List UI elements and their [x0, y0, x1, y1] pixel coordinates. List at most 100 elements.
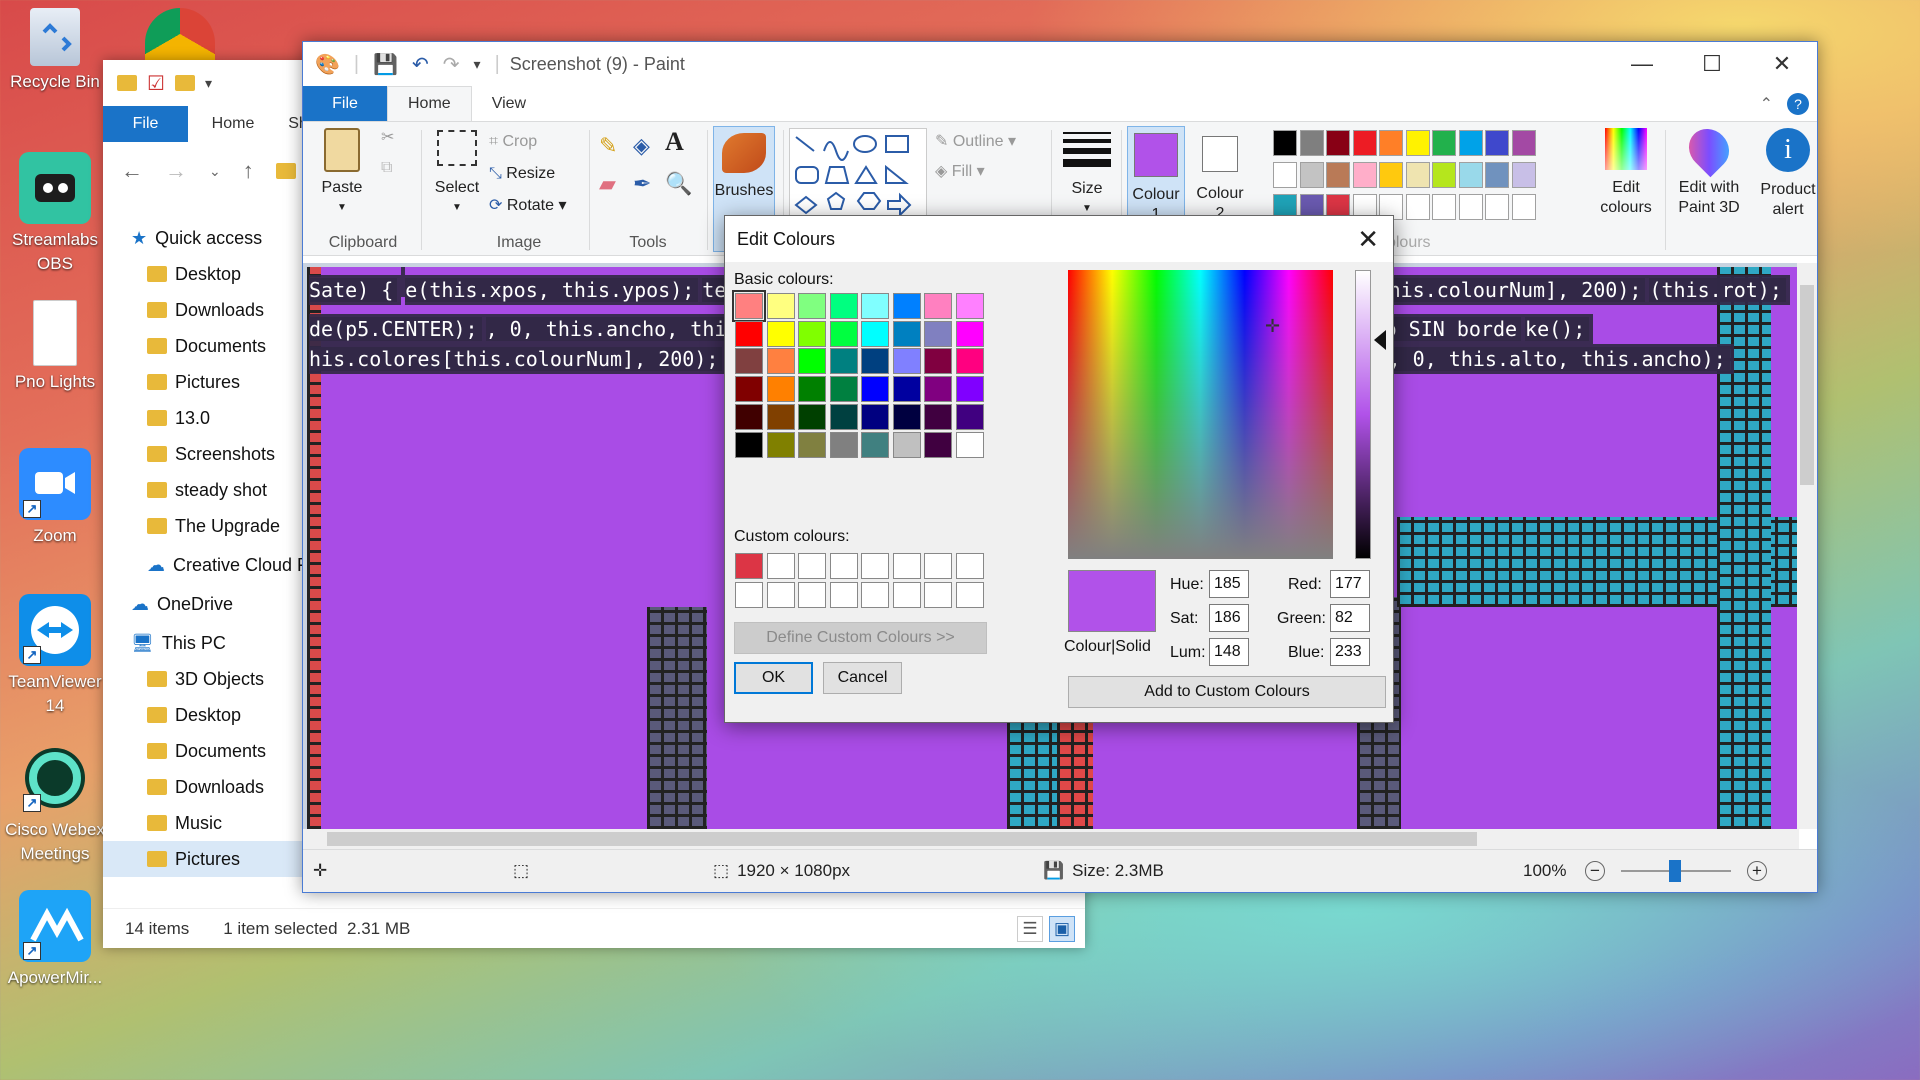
vertical-scrollbar[interactable]: [1797, 263, 1817, 829]
sidebar-item[interactable]: Screenshots: [103, 436, 303, 472]
basic-colour-cell[interactable]: [798, 320, 826, 347]
sidebar-item[interactable]: Desktop: [103, 256, 303, 292]
basic-colour-cell[interactable]: [798, 293, 826, 319]
basic-colour-cell[interactable]: [861, 403, 889, 430]
custom-colour-cell[interactable]: [861, 553, 889, 579]
custom-colour-cell[interactable]: [829, 553, 858, 579]
dialog-close-button[interactable]: ✕: [1357, 224, 1379, 255]
custom-colour-cell[interactable]: [861, 582, 889, 608]
eraser-tool-icon[interactable]: ▰: [599, 173, 616, 195]
basic-colour-cell[interactable]: [735, 431, 763, 458]
zoom-slider[interactable]: [1621, 860, 1731, 882]
chevron-down-icon[interactable]: ▾: [205, 75, 212, 92]
sidebar-item[interactable]: Pictures: [103, 841, 303, 877]
palette-swatch[interactable]: [1432, 162, 1456, 188]
palette-custom-swatch[interactable]: [1485, 194, 1509, 220]
custom-colour-cell[interactable]: [892, 553, 921, 579]
basic-colour-cell[interactable]: [798, 403, 826, 430]
paint-tab-home[interactable]: Home: [387, 86, 472, 121]
basic-colour-cell[interactable]: [924, 376, 952, 403]
palette-swatch[interactable]: [1326, 130, 1350, 156]
minimize-button[interactable]: —: [1607, 42, 1677, 86]
basic-colour-cell[interactable]: [924, 348, 952, 375]
redo-icon[interactable]: ↷: [443, 52, 460, 77]
basic-colour-cell[interactable]: [892, 348, 921, 375]
paste-button[interactable]: Paste ▼: [317, 128, 367, 218]
palette-swatch[interactable]: [1273, 162, 1297, 188]
desktop-icon-streamlabs[interactable]: Streamlabs OBS: [5, 152, 105, 276]
undo-icon[interactable]: ↶: [412, 52, 429, 77]
colour-2-button[interactable]: Colour 2: [1191, 126, 1249, 224]
sidebar-item[interactable]: ★ Quick access: [103, 220, 303, 256]
palette-swatch[interactable]: [1379, 130, 1403, 156]
palette-swatch[interactable]: [1485, 130, 1509, 156]
basic-colour-cell[interactable]: [892, 431, 921, 458]
palette-swatch[interactable]: [1511, 130, 1536, 156]
pencil-tool-icon[interactable]: ✎: [599, 135, 617, 157]
horizontal-scrollbar[interactable]: [303, 829, 1799, 849]
basic-colour-cell[interactable]: [955, 431, 984, 458]
basic-colour-cell[interactable]: [892, 376, 921, 403]
luminosity-slider[interactable]: [1355, 270, 1371, 559]
basic-colour-cell[interactable]: [861, 376, 889, 403]
palette-swatch[interactable]: [1458, 130, 1483, 156]
new-folder-icon[interactable]: [174, 75, 195, 91]
zoom-slider-thumb[interactable]: [1669, 860, 1681, 882]
sidebar-item[interactable]: Downloads: [103, 292, 303, 328]
palette-custom-swatch[interactable]: [1405, 194, 1430, 220]
product-alert-button[interactable]: i Product alert: [1753, 128, 1823, 220]
paint-app-icon[interactable]: 🎨: [315, 52, 340, 77]
fill-dropdown[interactable]: ◈ Fill ▾: [935, 162, 985, 182]
basic-colour-cell[interactable]: [892, 403, 921, 430]
sidebar-item[interactable]: Downloads: [103, 769, 303, 805]
custom-colour-cell[interactable]: [766, 553, 795, 579]
basic-colour-cell[interactable]: [924, 403, 952, 430]
custom-colour-cell[interactable]: [924, 582, 952, 608]
lum-input[interactable]: 148: [1209, 638, 1249, 666]
sidebar-item[interactable]: 3D Objects: [103, 661, 303, 697]
desktop-icon-teamviewer[interactable]: ↗ TeamViewer 14: [5, 594, 105, 718]
custom-colour-cell[interactable]: [798, 582, 826, 608]
sidebar-item[interactable]: The Upgrade: [103, 508, 303, 544]
desktop-icon-zoom[interactable]: ↗ Zoom: [5, 448, 105, 548]
palette-swatch[interactable]: [1273, 130, 1297, 156]
paint-tab-view[interactable]: View: [472, 86, 546, 121]
back-arrow-icon[interactable]: ←: [121, 158, 143, 184]
palette-custom-swatch[interactable]: [1458, 194, 1483, 220]
palette-swatch[interactable]: [1379, 162, 1403, 188]
basic-colour-cell[interactable]: [892, 293, 921, 319]
palette-swatch[interactable]: [1352, 130, 1377, 156]
basic-colour-cell[interactable]: [924, 293, 952, 319]
outline-dropdown[interactable]: ✎ Outline ▾: [935, 132, 1016, 152]
basic-colour-cell[interactable]: [829, 431, 858, 458]
palette-swatch[interactable]: [1299, 130, 1324, 156]
sidebar-item[interactable]: Desktop: [103, 697, 303, 733]
basic-colour-cell[interactable]: [955, 348, 984, 375]
cancel-button[interactable]: Cancel: [823, 662, 902, 694]
basic-colour-cell[interactable]: [924, 320, 952, 347]
recent-locations-icon[interactable]: ⌄: [209, 163, 221, 180]
basic-colour-cell[interactable]: [829, 403, 858, 430]
desktop-icon-apowermirror[interactable]: ↗ ApowerMir...: [5, 890, 105, 990]
customize-toolbar-icon[interactable]: ▾: [474, 56, 481, 73]
basic-colour-cell[interactable]: [829, 376, 858, 403]
basic-colour-cell[interactable]: [955, 320, 984, 347]
collapse-ribbon-icon[interactable]: ⌃: [1760, 94, 1773, 114]
basic-colour-cell[interactable]: [955, 376, 984, 403]
select-button[interactable]: Select ▼: [429, 130, 485, 218]
add-to-custom-colours-button[interactable]: Add to Custom Colours: [1068, 676, 1386, 708]
paint-tab-file[interactable]: File: [303, 86, 387, 121]
palette-custom-swatch[interactable]: [1511, 194, 1536, 220]
edit-colours-button[interactable]: Edit colours: [1591, 128, 1661, 218]
custom-colour-cell[interactable]: [829, 582, 858, 608]
fill-tool-icon[interactable]: ◈: [633, 135, 650, 157]
help-icon[interactable]: ?: [1787, 92, 1809, 115]
palette-swatch[interactable]: [1326, 162, 1350, 188]
zoom-in-button[interactable]: +: [1747, 861, 1767, 881]
resize-button[interactable]: ⤡ Resize: [489, 164, 555, 184]
custom-colour-cell[interactable]: [892, 582, 921, 608]
custom-colour-cell[interactable]: [766, 582, 795, 608]
palette-swatch[interactable]: [1405, 162, 1430, 188]
basic-colour-cell[interactable]: [955, 403, 984, 430]
desktop-icon-recycle-bin[interactable]: Recycle Bin: [5, 8, 105, 94]
